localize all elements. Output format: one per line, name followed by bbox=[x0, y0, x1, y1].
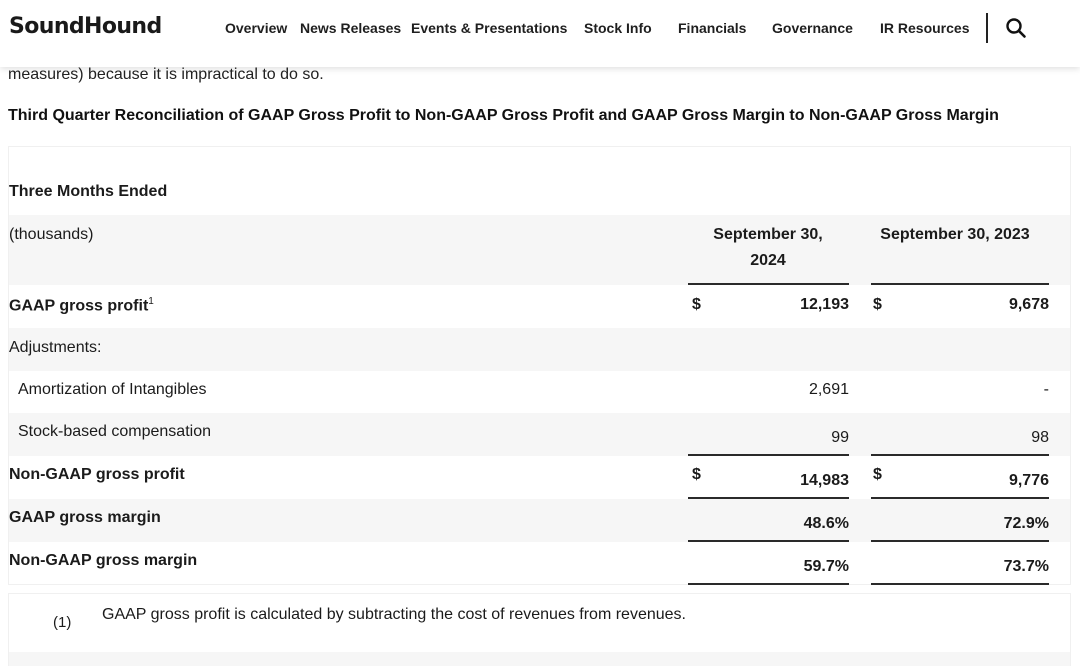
col2-header: September 30, 2023 bbox=[880, 226, 1030, 243]
value-2024: 12,193 bbox=[800, 296, 849, 313]
footnote-band bbox=[9, 652, 1070, 666]
nav-events-presentations[interactable]: Events & Presentations bbox=[411, 20, 567, 36]
footnote-ref: 1 bbox=[148, 296, 154, 307]
row-label: Amortization of Intangibles bbox=[18, 381, 207, 398]
row-label: Stock-based compensation bbox=[18, 423, 211, 440]
reconciliation-table: Three Months Ended (thousands) September… bbox=[8, 146, 1071, 585]
unit-label: (thousands) bbox=[9, 226, 94, 243]
section-title: Third Quarter Reconciliation of GAAP Gro… bbox=[8, 107, 999, 124]
value-2024: 48.6% bbox=[803, 515, 849, 532]
nav-overview[interactable]: Overview bbox=[225, 20, 287, 36]
col1-header-line1: September 30, bbox=[713, 226, 823, 243]
currency-symbol: $ bbox=[692, 466, 701, 483]
value-2024: 2,691 bbox=[808, 381, 849, 398]
table-row: Amortization of Intangibles 2,691 - bbox=[9, 371, 1070, 413]
footnote: (1) GAAP gross profit is calculated by s… bbox=[8, 593, 1071, 666]
table-row: GAAP gross margin 48.6% 72.9% bbox=[9, 499, 1070, 542]
table-row: GAAP gross profit1 $ 12,193 $ 9,678 bbox=[9, 285, 1070, 328]
nav-divider bbox=[986, 13, 988, 43]
site-header: SoundHound Overview News Releases Events… bbox=[0, 0, 1080, 67]
value-2024: 59.7% bbox=[803, 558, 849, 575]
search-icon[interactable] bbox=[1005, 17, 1027, 39]
table-row: Non-GAAP gross margin 59.7% 73.7% bbox=[9, 542, 1070, 584]
row-label: Adjustments: bbox=[9, 339, 102, 356]
value-2023: 9,678 bbox=[1008, 296, 1049, 313]
table-row: Stock-based compensation 99 98 bbox=[9, 413, 1070, 456]
final-rule-col1 bbox=[688, 583, 849, 585]
row-label: Non-GAAP gross margin bbox=[9, 552, 198, 569]
row-label: GAAP gross profit1 bbox=[9, 296, 154, 315]
currency-symbol: $ bbox=[692, 296, 701, 313]
truncated-paragraph: measures) because it is impractical to d… bbox=[8, 66, 324, 83]
row-label: GAAP gross margin bbox=[9, 509, 161, 526]
value-2023: 9,776 bbox=[1008, 472, 1049, 489]
nav-news-releases[interactable]: News Releases bbox=[300, 20, 401, 36]
final-rule-col2 bbox=[871, 583, 1049, 585]
nav-financials[interactable]: Financials bbox=[678, 20, 746, 36]
value-2024: 14,983 bbox=[800, 472, 849, 489]
nav-ir-resources[interactable]: IR Resources bbox=[880, 20, 969, 36]
nav-stock-info[interactable]: Stock Info bbox=[584, 20, 652, 36]
row-label: Non-GAAP gross profit bbox=[9, 466, 185, 483]
footnote-marker: (1) bbox=[53, 614, 72, 631]
soundhound-logo[interactable]: SoundHound bbox=[9, 14, 162, 39]
value-2024: 99 bbox=[831, 429, 849, 446]
period-label: Three Months Ended bbox=[9, 183, 168, 200]
col1-header-line2: 2024 bbox=[750, 252, 786, 269]
value-2023: 98 bbox=[1031, 429, 1049, 446]
table-header-row: (thousands) September 30, 2024 September… bbox=[9, 215, 1070, 285]
nav-governance[interactable]: Governance bbox=[772, 20, 853, 36]
value-2023: 72.9% bbox=[1003, 515, 1049, 532]
currency-symbol: $ bbox=[873, 296, 882, 313]
value-2023: 73.7% bbox=[1003, 558, 1049, 575]
value-2023: - bbox=[1043, 381, 1049, 398]
table-row-period: Three Months Ended bbox=[9, 147, 1070, 215]
table-row: Non-GAAP gross profit $ 14,983 $ 9,776 bbox=[9, 456, 1070, 499]
table-row: Adjustments: bbox=[9, 328, 1070, 371]
footnote-text: GAAP gross profit is calculated by subtr… bbox=[102, 606, 686, 623]
currency-symbol: $ bbox=[873, 466, 882, 483]
